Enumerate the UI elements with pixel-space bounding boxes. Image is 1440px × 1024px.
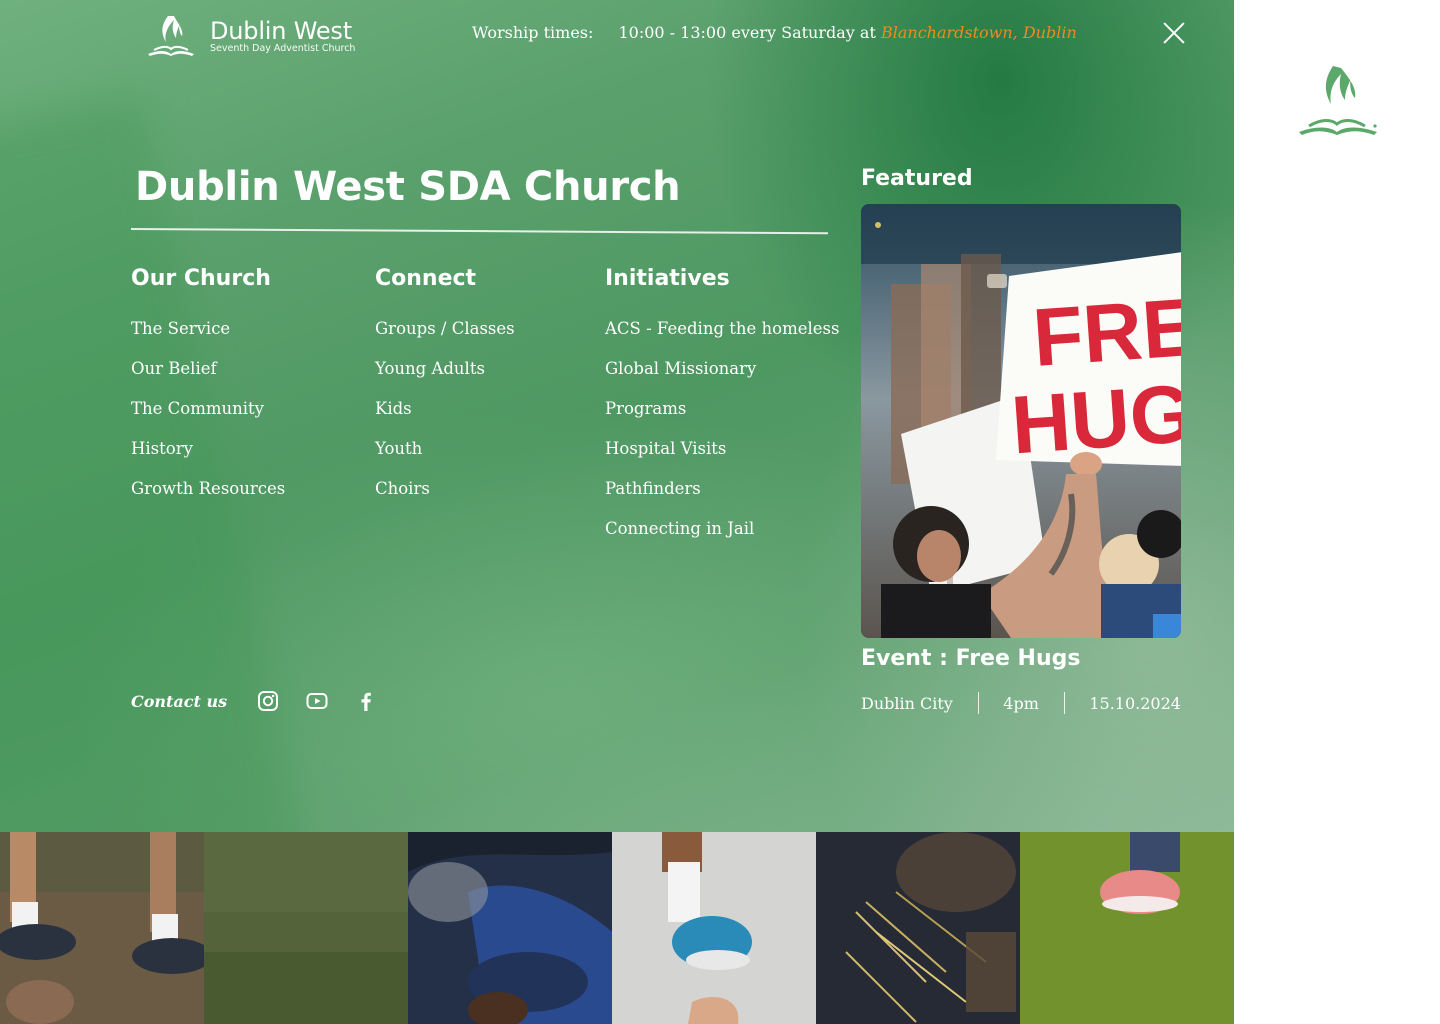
contact-us-link[interactable]: Contact us bbox=[131, 692, 227, 711]
event-location: Dublin City bbox=[861, 693, 953, 713]
photo-tile-blue-shoe bbox=[612, 832, 816, 1024]
column-heading: Our Church bbox=[131, 266, 271, 291]
church-logo-icon bbox=[148, 16, 194, 56]
site-logo[interactable]: Dublin West Seventh Day Adventist Church bbox=[144, 12, 355, 60]
menu-link-acs-feeding[interactable]: ACS - Feeding the homeless bbox=[605, 319, 839, 359]
featured-event-meta: Dublin City 4pm 15.10.2024 bbox=[861, 692, 1181, 714]
column-heading: Initiatives bbox=[605, 266, 730, 291]
photo-tile-sneakers-dirt bbox=[0, 832, 204, 1024]
photo-tile-candles bbox=[816, 832, 1020, 1024]
meta-divider bbox=[977, 692, 979, 714]
page-title: Dublin West SDA Church bbox=[135, 164, 681, 210]
featured-heading: Featured bbox=[861, 166, 973, 191]
menu-link-young-adults[interactable]: Young Adults bbox=[375, 359, 515, 399]
menu-link-youth[interactable]: Youth bbox=[375, 439, 515, 479]
menu-link-global-missionary[interactable]: Global Missionary bbox=[605, 359, 839, 399]
featured-event-image[interactable]: FREE HUGS bbox=[861, 204, 1181, 638]
logo-subtitle: Seventh Day Adventist Church bbox=[210, 42, 356, 54]
menu-column-our-church: Our Church The Service Our Belief The Co… bbox=[131, 266, 285, 519]
worship-times: Worship times: 10:00 - 13:00 every Satur… bbox=[472, 23, 1077, 42]
featured-event-title[interactable]: Event : Free Hugs bbox=[861, 646, 1080, 671]
meta-divider bbox=[1063, 692, 1065, 714]
worship-schedule: 10:00 - 13:00 every Saturday at bbox=[618, 23, 876, 42]
photo-strip bbox=[0, 832, 1234, 1024]
sign-text-free: FREE bbox=[1030, 278, 1181, 384]
menu-link-the-community[interactable]: The Community bbox=[131, 399, 285, 439]
menu-link-groups-classes[interactable]: Groups / Classes bbox=[375, 319, 515, 359]
menu-link-hospital-visits[interactable]: Hospital Visits bbox=[605, 439, 839, 479]
menu-link-history[interactable]: History bbox=[131, 439, 285, 479]
event-time: 4pm bbox=[1003, 693, 1039, 713]
instagram-icon[interactable] bbox=[257, 690, 279, 712]
free-hugs-photo: FREE HUGS bbox=[861, 204, 1181, 638]
menu-link-choirs[interactable]: Choirs bbox=[375, 479, 515, 519]
title-divider bbox=[130, 228, 828, 235]
photo-tile-prayer bbox=[408, 832, 612, 1024]
menu-link-our-belief[interactable]: Our Belief bbox=[131, 359, 285, 399]
worship-location-link[interactable]: Blanchardstown, Dublin bbox=[881, 23, 1077, 42]
worship-label: Worship times: bbox=[472, 23, 594, 42]
menu-link-growth-resources[interactable]: Growth Resources bbox=[131, 479, 285, 519]
photo-tile-grass bbox=[204, 832, 408, 1024]
menu-overlay: Dublin West Seventh Day Adventist Church… bbox=[0, 0, 1234, 832]
column-heading: Connect bbox=[375, 266, 477, 291]
menu-link-the-service[interactable]: The Service bbox=[131, 319, 285, 359]
church-logo-icon[interactable] bbox=[1297, 64, 1379, 136]
event-date: 15.10.2024 bbox=[1089, 693, 1181, 713]
logo-title: Dublin West bbox=[210, 16, 352, 45]
menu-column-connect: Connect Groups / Classes Young Adults Ki… bbox=[375, 266, 515, 519]
menu-column-initiatives: Initiatives ACS - Feeding the homeless G… bbox=[605, 266, 839, 559]
close-menu-icon[interactable] bbox=[1162, 21, 1186, 45]
contact-row: Contact us bbox=[131, 690, 404, 712]
facebook-icon[interactable] bbox=[355, 690, 377, 712]
menu-link-connecting-in-jail[interactable]: Connecting in Jail bbox=[605, 519, 839, 559]
photo-tile-pink-shoe bbox=[1020, 832, 1234, 1024]
menu-link-kids[interactable]: Kids bbox=[375, 399, 515, 439]
menu-link-pathfinders[interactable]: Pathfinders bbox=[605, 479, 839, 519]
youtube-icon[interactable] bbox=[306, 690, 328, 712]
menu-link-programs[interactable]: Programs bbox=[605, 399, 839, 439]
